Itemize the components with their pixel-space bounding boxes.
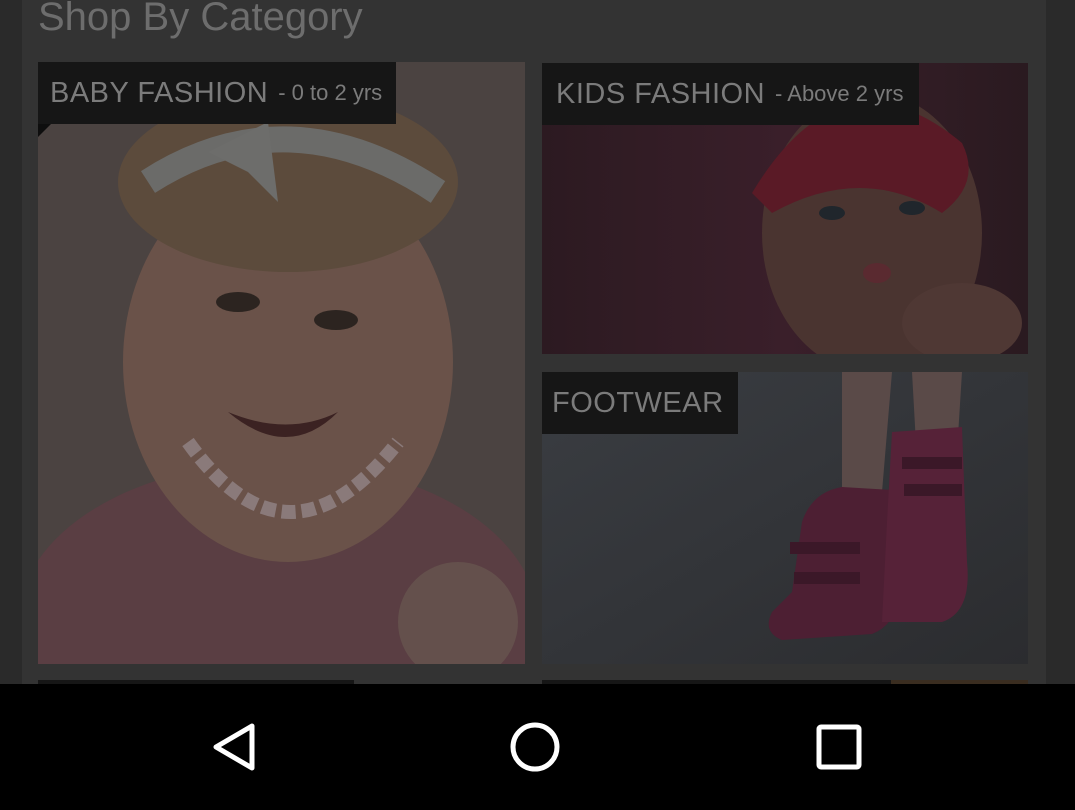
android-navigation-bar [0,684,1075,810]
category-tile-footwear[interactable]: FOOTWEAR [542,372,1028,664]
home-circle-icon [510,722,560,772]
section-title: Shop By Category [38,0,363,39]
category-label-kids-fashion: KIDS FASHION - Above 2 yrs [542,63,920,125]
baby-photo [38,62,525,664]
home-button[interactable] [490,714,580,780]
category-label-baby-fashion: BABY FASHION - 0 to 2 yrs [38,62,397,124]
category-label-footwear: FOOTWEAR [542,372,738,434]
back-button[interactable] [189,714,279,780]
category-tile-baby-fashion[interactable]: BABY FASHION - 0 to 2 yrs [38,62,525,664]
category-tile-kids-fashion[interactable]: KIDS FASHION - Above 2 yrs [542,63,1028,354]
ribbon-fold [38,124,51,137]
recents-square-icon [816,724,862,770]
back-triangle-icon [213,723,255,771]
main-content: Shop By Category BABY FASHION - 0 to 2 y… [0,0,1075,684]
recents-button[interactable] [794,714,884,780]
